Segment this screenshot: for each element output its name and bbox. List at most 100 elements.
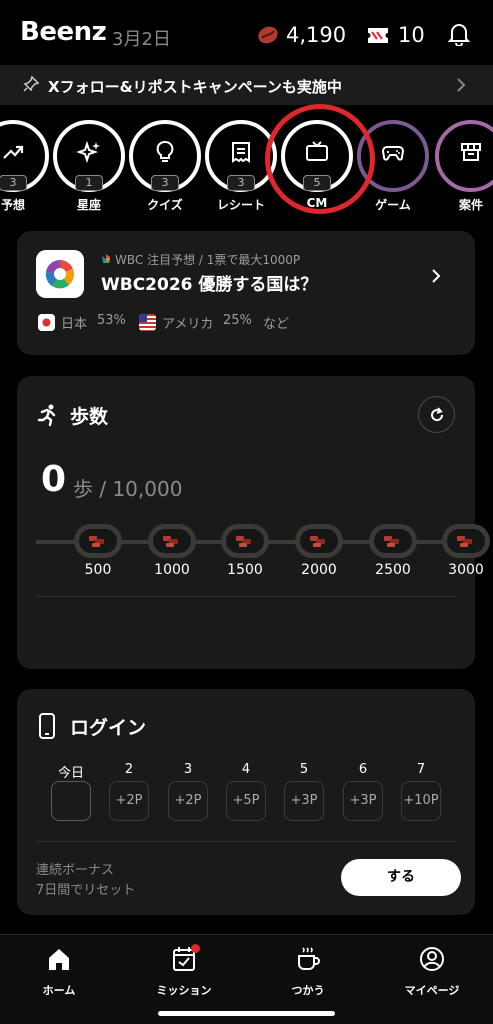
milestone-label: 1500 [227, 562, 263, 578]
milestone-label: 2500 [375, 562, 411, 578]
milestone-marker [442, 524, 490, 560]
lightbulb-icon [156, 141, 174, 162]
category-count: 3 [151, 175, 179, 191]
claim-login-button[interactable]: する [341, 859, 461, 896]
phone-icon [39, 713, 55, 739]
tab-mypage[interactable]: マイページ [377, 944, 487, 1004]
coffee-icon [298, 947, 320, 970]
streak-bonus-subtitle: 7日間でリセット [36, 883, 136, 898]
pin-icon [23, 75, 40, 92]
ticket-balance[interactable]: 10 [398, 23, 425, 47]
milestone-marker [295, 524, 343, 560]
receipt-icon [232, 142, 250, 163]
login-day-label: 2 [124, 762, 134, 777]
trend-up-icon [3, 145, 24, 159]
brand-logo: Beenz [20, 17, 107, 47]
prediction-logo [36, 250, 84, 298]
divider [36, 596, 456, 597]
milestone-label: 1000 [154, 562, 190, 578]
category-horoscope[interactable]: 1 星座 [53, 116, 125, 216]
login-day-reward: +5P [226, 781, 266, 821]
login-day-label: 4 [241, 762, 251, 777]
running-icon [37, 404, 56, 427]
notification-dot [191, 944, 200, 953]
login-day-reward: +3P [343, 781, 383, 821]
milestone-marker [221, 524, 269, 560]
flag-usa-icon [139, 314, 156, 331]
login-day-label: 7 [416, 762, 426, 777]
category-quiz[interactable]: 3 クイズ [129, 116, 201, 216]
login-day-reward [51, 781, 91, 821]
bean-icon [384, 536, 399, 547]
milestone-label: 500 [84, 562, 112, 578]
category-count: 3 [0, 175, 27, 191]
steps-value: 0 [41, 459, 67, 500]
steps-card: 歩数 0 歩 / 10,000 500 1000 1500 2000 2500 3000 [17, 376, 490, 669]
steps-title: 歩数 [70, 406, 109, 428]
divider [36, 841, 456, 842]
bean-icon [163, 536, 178, 547]
category-label: 案件 [458, 198, 483, 212]
streak-bonus-title: 連続ボーナス [36, 863, 115, 878]
refresh-button[interactable] [418, 396, 455, 433]
milestone-label: 2000 [301, 562, 337, 578]
pinwheel-icon [102, 254, 110, 263]
category-carousel[interactable]: 3 予想 1 星座 3 クイズ 3 レシート 5 CM ゲーム 案件 [0, 116, 493, 216]
milestone-label: 3000 [448, 562, 484, 578]
prediction-title: WBC2026 優勝する国は？ [101, 275, 318, 295]
login-bonus-card: ログイン 今日 2 +2P 3 +2P 4 +5P 5 +3P 6 +3P 7 +10P 連続ボーナス … [17, 689, 475, 915]
category-count: 3 [227, 175, 255, 191]
shop-icon [461, 143, 481, 161]
milestone-marker [148, 524, 196, 560]
chevron-right-icon [432, 269, 441, 283]
tab-mission[interactable]: ミッション [129, 944, 239, 1004]
bean-icon [236, 536, 251, 547]
login-day-label: 今日 [57, 766, 84, 781]
campaign-banner[interactable]: Xフォロー&リポストキャンペーンも実施中 [0, 65, 493, 105]
bean-icon [89, 536, 104, 547]
prediction-card[interactable]: WBC 注目予想 / 1票で最大1000P WBC2026 優勝する国は？ 日本… [17, 231, 475, 355]
login-day-reward: +10P [401, 781, 441, 821]
banner-text: Xフォロー&リポストキャンペーンも実施中 [48, 78, 342, 96]
app-header: Beenz 3月2日 4,190 10 [0, 0, 493, 66]
tab-label: つかう [291, 984, 325, 997]
header-date: 3月2日 [112, 29, 171, 50]
category-label: クイズ [147, 198, 183, 212]
login-day-label: 6 [358, 762, 368, 777]
category-offers[interactable]: 案件 [435, 116, 493, 216]
login-day-reward: +2P [168, 781, 208, 821]
category-label: 星座 [76, 198, 101, 212]
prediction-tag: WBC 注目予想 / 1票で最大1000P [115, 253, 301, 267]
tab-label: マイページ [404, 984, 460, 997]
user-icon [420, 947, 444, 971]
sparkle-icon [77, 140, 100, 164]
bell-icon[interactable] [448, 22, 470, 46]
login-day-label: 3 [183, 762, 193, 777]
tab-label: ホーム [42, 984, 76, 997]
option-usa-name: アメリカ [162, 317, 214, 332]
bean-balance[interactable]: 4,190 [286, 23, 346, 47]
login-day-label: 5 [299, 762, 309, 777]
option-more: など [263, 317, 290, 332]
category-count: 1 [75, 175, 103, 191]
steps-goal: 歩 / 10,000 [73, 477, 183, 501]
home-indicator [158, 1011, 335, 1016]
refresh-icon [431, 407, 444, 422]
home-icon [49, 949, 69, 970]
tab-home[interactable]: ホーム [4, 944, 114, 1004]
gamepad-icon [381, 146, 405, 161]
tab-label: ミッション [156, 984, 212, 997]
highlight-annotation-circle [265, 104, 375, 214]
tab-use[interactable]: つかう [253, 944, 363, 1004]
category-prediction[interactable]: 3 予想 [0, 116, 49, 216]
milestone-marker [74, 524, 122, 560]
category-label: 予想 [0, 198, 25, 212]
flag-japan-icon [38, 314, 55, 331]
ticket-icon [368, 28, 388, 43]
chevron-right-icon [457, 78, 466, 92]
bean-icon [457, 536, 472, 547]
login-day-reward: +3P [284, 781, 324, 821]
category-label: ゲーム [375, 198, 411, 212]
bean-icon [258, 26, 278, 44]
milestone-marker [369, 524, 417, 560]
